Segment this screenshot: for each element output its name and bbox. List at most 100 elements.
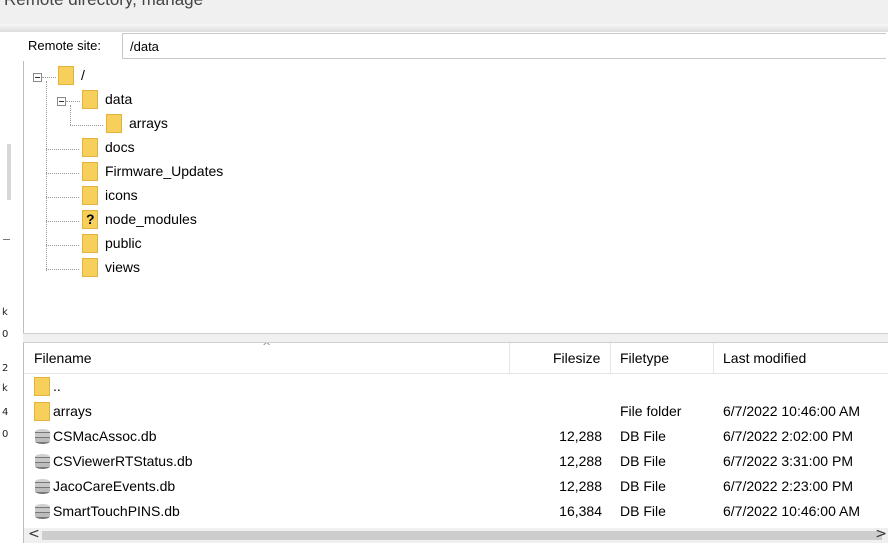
tree-item-label: docs [105, 139, 135, 155]
file-modified: 6/7/2022 10:46:00 AM [723, 403, 860, 419]
tree-item-data[interactable]: data [82, 87, 132, 111]
pane-splitter[interactable] [23, 333, 888, 343]
file-name: JacoCareEvents.db [53, 478, 176, 494]
file-name: arrays [53, 403, 92, 419]
tree-item-root[interactable]: / [58, 63, 85, 87]
tree-item-label: views [105, 259, 141, 275]
file-size: 16,384 [559, 503, 602, 519]
collapse-root-toggle[interactable] [33, 73, 42, 82]
tree-item-label: icons [105, 187, 138, 203]
folder-icon [34, 377, 50, 396]
file-type: DB File [620, 503, 666, 519]
folder-icon [82, 233, 98, 253]
edge-glyph: 4 [2, 407, 9, 418]
file-type: File folder [620, 403, 682, 419]
tree-connector [46, 221, 79, 222]
tree-tick [3, 239, 10, 240]
file-name: CSViewerRTStatus.db [53, 453, 193, 469]
tree-connector [46, 173, 79, 174]
tree-item-views[interactable]: views [82, 255, 140, 279]
database-icon [34, 453, 51, 470]
column-header-filetype[interactable]: Filetype [620, 343, 669, 373]
scroll-left-icon[interactable]: < [28, 526, 40, 542]
database-icon [34, 428, 51, 445]
column-header-filename[interactable]: Filename [34, 343, 92, 373]
scroll-right-icon[interactable]: > [875, 526, 887, 542]
folder-icon [82, 161, 98, 181]
folder-icon [82, 257, 98, 277]
file-size: 12,288 [559, 478, 602, 494]
directory-tree: / data arrays docs Firmware_Updates icon… [23, 61, 888, 339]
horizontal-scrollbar[interactable]: < > [24, 526, 888, 543]
folder-icon [82, 185, 98, 205]
sort-ascending-icon: ^ [262, 343, 272, 353]
window-top-strip: Remote directory, manage [0, 0, 888, 32]
folder-icon [58, 65, 74, 85]
file-row[interactable]: CSViewerRTStatus.db 12,288 DB File 6/7/2… [24, 449, 888, 474]
column-divider[interactable] [509, 343, 510, 373]
tree-item-label: data [105, 91, 133, 107]
tree-item-label: public [105, 235, 142, 251]
remote-site-label: Remote site: [28, 38, 101, 53]
tree-connector [46, 81, 47, 271]
left-pane-scroll-thumb[interactable] [7, 144, 11, 200]
tree-connector [46, 149, 79, 150]
top-shadow [0, 24, 888, 32]
tree-item-label: arrays [129, 115, 168, 131]
file-name: SmartTouchPINS.db [53, 503, 180, 519]
edge-glyph: 0 [2, 329, 9, 340]
file-name: CSMacAssoc.db [53, 428, 157, 444]
horizontal-scroll-thumb[interactable] [42, 531, 882, 540]
folder-icon [34, 402, 50, 421]
file-size: 12,288 [559, 453, 602, 469]
file-size: 12,288 [559, 428, 602, 444]
tree-connector [70, 125, 103, 126]
tree-item-label: / [81, 67, 85, 83]
partial-title: Remote directory, manage [4, 0, 203, 10]
file-type: DB File [620, 453, 666, 469]
tree-item-public[interactable]: public [82, 231, 142, 255]
edge-glyph: 2 [2, 363, 9, 374]
edge-glyph: k [2, 307, 8, 318]
file-row-parent[interactable]: .. [24, 374, 888, 399]
tree-connector [46, 269, 79, 270]
tree-item-docs[interactable]: docs [82, 135, 135, 159]
tree-connector [46, 197, 79, 198]
tree-item-arrays[interactable]: arrays [106, 111, 168, 135]
tree-connector [42, 77, 56, 78]
file-list-header: ^ Filename Filesize Filetype Last modifi… [24, 343, 888, 374]
tree-item-label: node_modules [105, 211, 197, 227]
file-modified: 6/7/2022 2:02:00 PM [723, 428, 853, 444]
file-row[interactable]: JacoCareEvents.db 12,288 DB File 6/7/202… [24, 474, 888, 499]
tree-connector [46, 245, 79, 246]
tree-item-node-modules[interactable]: node_modules [82, 207, 197, 231]
file-modified: 6/7/2022 10:46:00 AM [723, 503, 860, 519]
file-modified: 6/7/2022 3:31:00 PM [723, 453, 853, 469]
column-divider[interactable] [713, 343, 714, 373]
database-icon [34, 478, 51, 495]
file-type: DB File [620, 428, 666, 444]
file-name: .. [53, 378, 61, 394]
collapse-data-toggle[interactable] [57, 97, 66, 106]
file-type: DB File [620, 478, 666, 494]
folder-icon [82, 137, 98, 157]
database-icon [34, 503, 51, 520]
column-divider[interactable] [610, 343, 611, 373]
column-header-filesize[interactable]: Filesize [553, 343, 600, 373]
tree-connector [66, 101, 80, 102]
edge-glyph: 0 [2, 429, 9, 440]
unknown-folder-icon [82, 209, 98, 229]
tree-item-icons[interactable]: icons [82, 183, 138, 207]
edge-glyph: k [2, 383, 8, 394]
file-row[interactable]: SmartTouchPINS.db 16,384 DB File 6/7/202… [24, 499, 888, 524]
folder-icon [82, 89, 98, 109]
column-header-last-modified[interactable]: Last modified [723, 343, 806, 373]
tree-item-label: Firmware_Updates [105, 163, 224, 179]
file-modified: 6/7/2022 2:23:00 PM [723, 478, 853, 494]
remote-path-input[interactable]: /data [122, 33, 886, 59]
tree-connector [70, 105, 71, 125]
remote-site-bar: Remote site: /data [23, 32, 888, 62]
tree-item-firmware-updates[interactable]: Firmware_Updates [82, 159, 223, 183]
file-row[interactable]: CSMacAssoc.db 12,288 DB File 6/7/2022 2:… [24, 424, 888, 449]
file-row[interactable]: arrays File folder 6/7/2022 10:46:00 AM [24, 399, 888, 424]
